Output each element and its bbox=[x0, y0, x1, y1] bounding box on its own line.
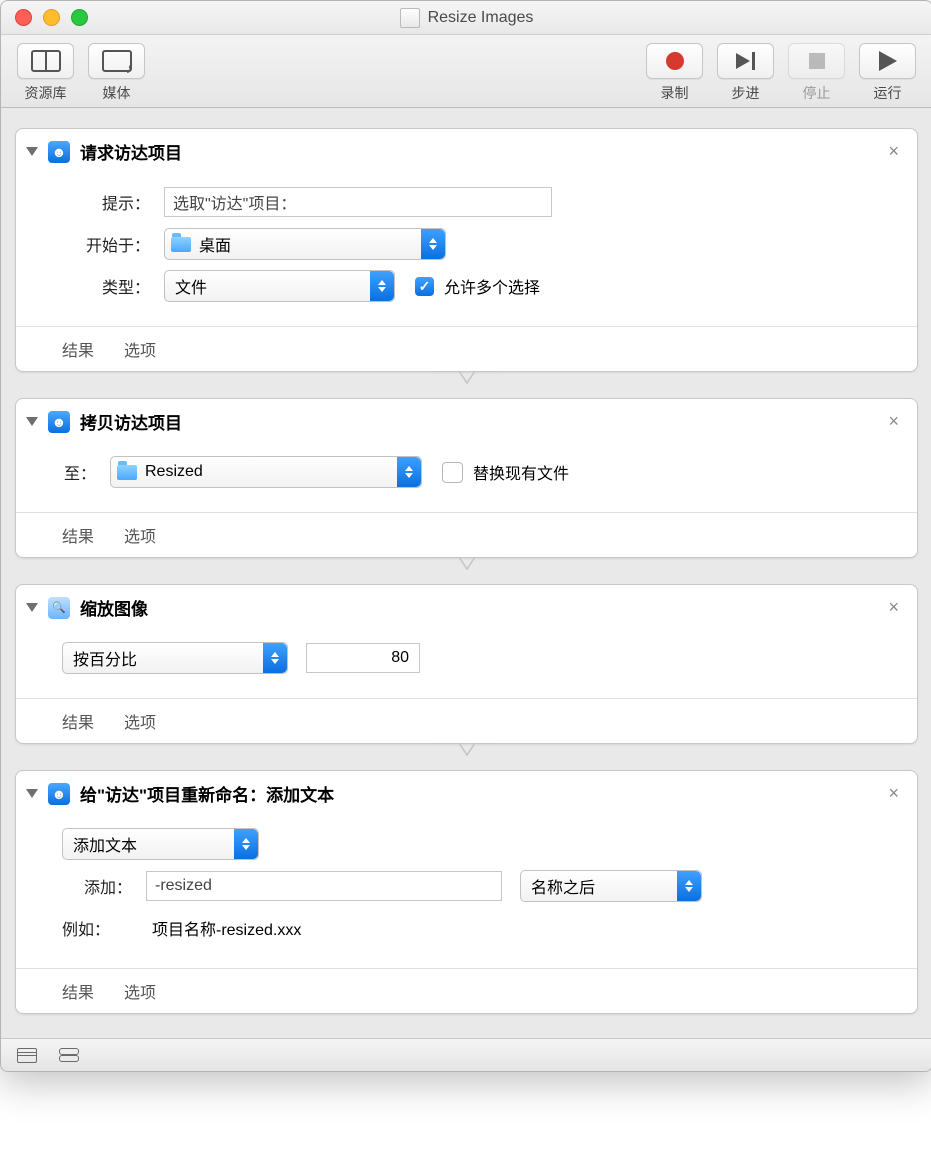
start-at-value: 桌面 bbox=[199, 232, 231, 256]
record-button[interactable] bbox=[646, 43, 703, 79]
media-button[interactable] bbox=[88, 43, 145, 79]
disclosure-triangle-icon[interactable] bbox=[26, 789, 38, 798]
action-title: 缩放图像 bbox=[80, 595, 884, 620]
disclosure-triangle-icon[interactable] bbox=[26, 417, 38, 426]
action-ask-finder-items: ☻ 请求访达项目 × 提示： 开始于： 桌面 类 bbox=[15, 128, 918, 372]
library-label: 资源库 bbox=[25, 83, 67, 103]
action-title: 给"访达"项目重新命名：添加文本 bbox=[80, 781, 884, 806]
start-at-popup[interactable]: 桌面 bbox=[164, 228, 446, 260]
replace-existing-checkbox[interactable] bbox=[442, 462, 463, 483]
stop-button bbox=[788, 43, 845, 79]
add-text-input[interactable] bbox=[146, 871, 502, 901]
type-popup[interactable]: 文件 bbox=[164, 270, 395, 302]
position-popup[interactable]: 名称之后 bbox=[520, 870, 702, 902]
run-button[interactable] bbox=[859, 43, 916, 79]
window-title: Resize Images bbox=[1, 8, 931, 28]
record-label: 录制 bbox=[661, 83, 689, 103]
rename-mode-value: 添加文本 bbox=[73, 832, 137, 856]
step-icon bbox=[736, 52, 755, 70]
action-scale-images: 🔍 缩放图像 × 按百分比 结果 选项 bbox=[15, 584, 918, 744]
options-tab[interactable]: 选项 bbox=[124, 523, 156, 547]
window-title-text: Resize Images bbox=[428, 9, 534, 27]
media-icon bbox=[102, 50, 132, 72]
action-rename-finder-items: ☻ 给"访达"项目重新命名：添加文本 × 添加文本 添加： 名称之后 bbox=[15, 770, 918, 1014]
options-tab[interactable]: 选项 bbox=[124, 979, 156, 1003]
record-icon bbox=[666, 52, 684, 70]
media-label: 媒体 bbox=[103, 83, 131, 103]
run-icon bbox=[879, 51, 897, 71]
allow-multiple-checkbox[interactable] bbox=[415, 277, 434, 296]
results-tab[interactable]: 结果 bbox=[62, 709, 94, 733]
step-toolbar-item: 步进 bbox=[717, 43, 774, 103]
library-button[interactable] bbox=[17, 43, 74, 79]
destination-value: Resized bbox=[145, 463, 203, 481]
action-title: 请求访达项目 bbox=[80, 139, 884, 164]
step-button[interactable] bbox=[717, 43, 774, 79]
results-tab[interactable]: 结果 bbox=[62, 337, 94, 361]
document-icon bbox=[400, 8, 420, 28]
titlebar: Resize Images bbox=[1, 1, 931, 35]
results-tab[interactable]: 结果 bbox=[62, 523, 94, 547]
connector-icon bbox=[435, 371, 499, 399]
run-toolbar-item: 运行 bbox=[859, 43, 916, 103]
zoom-window-button[interactable] bbox=[71, 9, 88, 26]
traffic-lights bbox=[15, 9, 88, 26]
scale-value-input[interactable] bbox=[306, 643, 420, 673]
media-toolbar-item: 媒体 bbox=[88, 43, 145, 103]
options-tab[interactable]: 选项 bbox=[124, 709, 156, 733]
results-tab[interactable]: 结果 bbox=[62, 979, 94, 1003]
options-tab[interactable]: 选项 bbox=[124, 337, 156, 361]
type-value: 文件 bbox=[175, 274, 207, 298]
allow-multiple-label: 允许多个选择 bbox=[444, 274, 540, 298]
folder-icon bbox=[171, 237, 191, 252]
remove-action-button[interactable]: × bbox=[884, 595, 903, 620]
start-at-label: 开始于： bbox=[62, 232, 150, 256]
remove-action-button[interactable]: × bbox=[884, 781, 903, 806]
remove-action-button[interactable]: × bbox=[884, 139, 903, 164]
library-toolbar-item: 资源库 bbox=[17, 43, 74, 103]
step-label: 步进 bbox=[732, 83, 760, 103]
prompt-input[interactable] bbox=[164, 187, 552, 217]
scale-mode-popup[interactable]: 按百分比 bbox=[62, 642, 288, 674]
statusbar bbox=[1, 1038, 931, 1071]
action-title: 拷贝访达项目 bbox=[80, 409, 884, 434]
minimize-window-button[interactable] bbox=[43, 9, 60, 26]
position-value: 名称之后 bbox=[531, 874, 595, 898]
prompt-label: 提示： bbox=[62, 190, 150, 214]
folder-icon bbox=[117, 465, 137, 480]
finder-icon: ☻ bbox=[48, 783, 70, 805]
disclosure-triangle-icon[interactable] bbox=[26, 147, 38, 156]
action-copy-finder-items: ☻ 拷贝访达项目 × 至： Resized 替换现有文件 结果 bbox=[15, 398, 918, 558]
rename-mode-popup[interactable]: 添加文本 bbox=[62, 828, 259, 860]
finder-icon: ☻ bbox=[48, 141, 70, 163]
destination-popup[interactable]: Resized bbox=[110, 456, 422, 488]
log-view-button[interactable] bbox=[17, 1048, 37, 1063]
example-label: 例如： bbox=[62, 916, 138, 940]
to-label: 至： bbox=[46, 460, 96, 484]
add-label: 添加： bbox=[62, 874, 132, 898]
scale-mode-value: 按百分比 bbox=[73, 646, 137, 670]
disclosure-triangle-icon[interactable] bbox=[26, 603, 38, 612]
type-label: 类型： bbox=[62, 274, 150, 298]
run-label: 运行 bbox=[874, 83, 902, 103]
stop-label: 停止 bbox=[803, 83, 831, 103]
connector-icon bbox=[435, 743, 499, 771]
remove-action-button[interactable]: × bbox=[884, 409, 903, 434]
workflow-view-button[interactable] bbox=[59, 1048, 79, 1062]
preview-icon: 🔍 bbox=[48, 597, 70, 619]
replace-existing-label: 替换现有文件 bbox=[473, 460, 569, 484]
record-toolbar-item: 录制 bbox=[646, 43, 703, 103]
stop-icon bbox=[809, 53, 825, 69]
stop-toolbar-item: 停止 bbox=[788, 43, 845, 103]
workflow-area: ☻ 请求访达项目 × 提示： 开始于： 桌面 类 bbox=[1, 108, 931, 1038]
example-value: 项目名称-resized.xxx bbox=[152, 916, 301, 940]
library-icon bbox=[31, 50, 61, 72]
finder-icon: ☻ bbox=[48, 411, 70, 433]
toolbar: 资源库 媒体 录制 步进 停止 运行 bbox=[1, 35, 931, 108]
automator-window: Resize Images 资源库 媒体 录制 步进 停止 运行 bbox=[0, 0, 931, 1072]
connector-icon bbox=[435, 557, 499, 585]
close-window-button[interactable] bbox=[15, 9, 32, 26]
